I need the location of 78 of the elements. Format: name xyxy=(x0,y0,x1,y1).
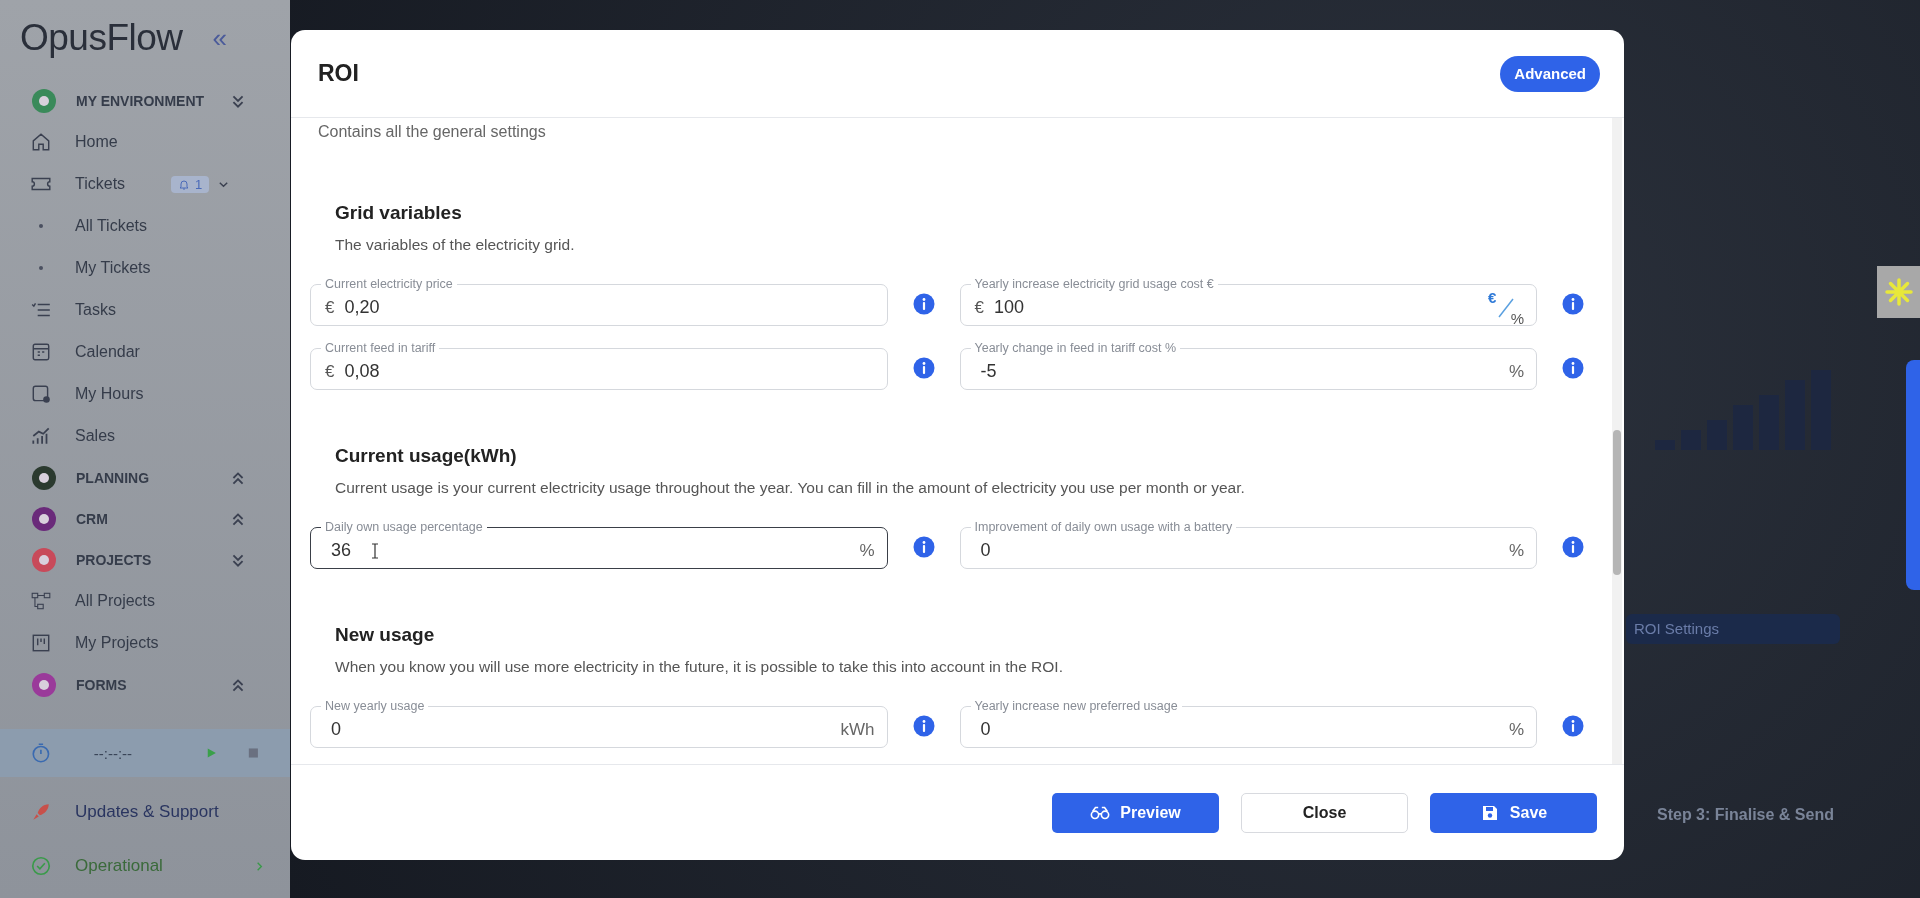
sidebar-item[interactable]: Home xyxy=(30,121,290,163)
sidebar-group[interactable]: MY ENVIRONMENT xyxy=(30,80,290,121)
timer-display: --:--:-- xyxy=(93,744,134,762)
field-label: Yearly increase electricity grid usage cost € xyxy=(973,276,1215,292)
input-field[interactable]: Improvement of daily own usage with a battery 0 % xyxy=(959,519,1537,569)
stopwatch-icon xyxy=(30,741,52,765)
field-label: Yearly change in feed in tariff cost % xyxy=(973,340,1177,356)
sidebar-item[interactable]: Tickets 1 xyxy=(30,163,290,205)
scrollbar[interactable] xyxy=(1612,118,1622,764)
info-icon[interactable] xyxy=(1562,536,1584,558)
collapse-sidebar-button[interactable]: « xyxy=(208,22,232,54)
sidebar-item[interactable]: My Projects xyxy=(30,622,290,664)
section-title: Grid variables xyxy=(335,201,463,225)
section-description: When you know you will use more electricity in the future, it is possible to take this into account in the ROI. xyxy=(335,657,1064,677)
group-icon xyxy=(30,545,58,574)
binoculars-icon xyxy=(1090,805,1111,821)
input-field[interactable]: Yearly change in feed in tariff cost % -5 % xyxy=(959,340,1537,390)
input-field[interactable]: Yearly increase electricity grid usage cost € € 100 € % xyxy=(959,276,1537,326)
field-label: Yearly increase new preferred usage xyxy=(973,698,1179,714)
board-icon xyxy=(30,632,52,654)
step-label: Step 3: Finalise & Send xyxy=(1657,806,1834,824)
info-icon[interactable] xyxy=(1562,715,1584,737)
input-field[interactable]: Yearly increase new preferred usage 0 % xyxy=(959,698,1537,748)
sidebar-item[interactable]: Tasks xyxy=(30,289,290,331)
updates-link[interactable]: Updates & Support xyxy=(0,785,290,839)
section-description: The variables of the electricity grid. xyxy=(335,235,576,255)
sidebar-item[interactable]: Calendar xyxy=(30,331,290,373)
sidebar-group[interactable]: CRM xyxy=(30,498,290,539)
sidebar-item[interactable]: All Tickets xyxy=(30,205,290,247)
info-icon[interactable] xyxy=(912,293,935,315)
dialog-description: Contains all the general settings xyxy=(318,122,547,142)
home-icon xyxy=(30,131,52,153)
input-field[interactable]: Daily own usage percentage 36 % xyxy=(310,519,888,569)
input-field[interactable]: Current feed in tariff € 0,08 xyxy=(310,340,888,390)
info-icon[interactable] xyxy=(1562,357,1584,379)
text-cursor-icon xyxy=(371,542,380,559)
dialog-button[interactable]: Close xyxy=(1241,793,1408,833)
bullet-icon xyxy=(39,266,43,270)
tree-icon xyxy=(30,590,52,612)
field-label: New yearly usage xyxy=(324,698,426,714)
input-field[interactable]: New yearly usage 0 kWh xyxy=(310,698,888,748)
info-icon[interactable] xyxy=(912,536,935,558)
field-label: Improvement of daily own usage with a battery xyxy=(973,519,1234,535)
section-title: Current usage(kWh) xyxy=(335,444,518,468)
bell-icon xyxy=(178,178,191,190)
info-icon[interactable] xyxy=(1562,293,1584,315)
group-icon xyxy=(30,504,58,533)
app-logo: OpusFlow xyxy=(20,17,183,59)
field-label: Daily own usage percentage xyxy=(324,519,484,535)
calendar-icon xyxy=(30,341,52,363)
field-label: Current feed in tariff xyxy=(324,340,437,356)
sidebar-item[interactable]: My Hours xyxy=(30,373,290,415)
dialog-button[interactable]: Preview xyxy=(1052,793,1219,833)
group-icon xyxy=(30,463,58,492)
sidebar-group[interactable]: PLANNING xyxy=(30,457,290,498)
info-icon[interactable] xyxy=(912,357,935,379)
roi-settings-button[interactable]: ROI Settings xyxy=(1626,614,1840,644)
sidebar-item[interactable]: Sales xyxy=(30,415,290,457)
sidebar-group[interactable]: FORMS xyxy=(30,664,290,705)
advanced-button[interactable]: Advanced xyxy=(1500,55,1600,92)
sidebar-item[interactable]: All Projects xyxy=(30,580,290,622)
group-icon xyxy=(30,670,58,699)
notification-badge: 1 xyxy=(171,175,210,193)
sales-icon xyxy=(30,425,52,447)
group-icon xyxy=(30,86,58,115)
sidebar-item[interactable]: My Tickets xyxy=(30,247,290,289)
section-title: New usage xyxy=(335,623,436,647)
section-description: Current usage is your current electricity usage throughout the year. You can fill in the amount of electricity you use per month or year. xyxy=(335,478,1246,498)
check-circle-icon xyxy=(30,855,52,877)
dialog-title: ROI xyxy=(318,60,359,87)
dialog-button[interactable]: Save xyxy=(1430,793,1597,833)
input-field[interactable]: Current electricity price € 0,20 xyxy=(310,276,888,326)
unit-toggle[interactable]: € % xyxy=(1488,291,1524,324)
bullet-icon xyxy=(39,224,43,228)
info-icon[interactable] xyxy=(912,715,935,737)
hours-icon xyxy=(30,383,52,405)
sidebar-group[interactable]: PROJECTS xyxy=(30,539,290,580)
field-label: Current electricity price xyxy=(324,276,454,292)
